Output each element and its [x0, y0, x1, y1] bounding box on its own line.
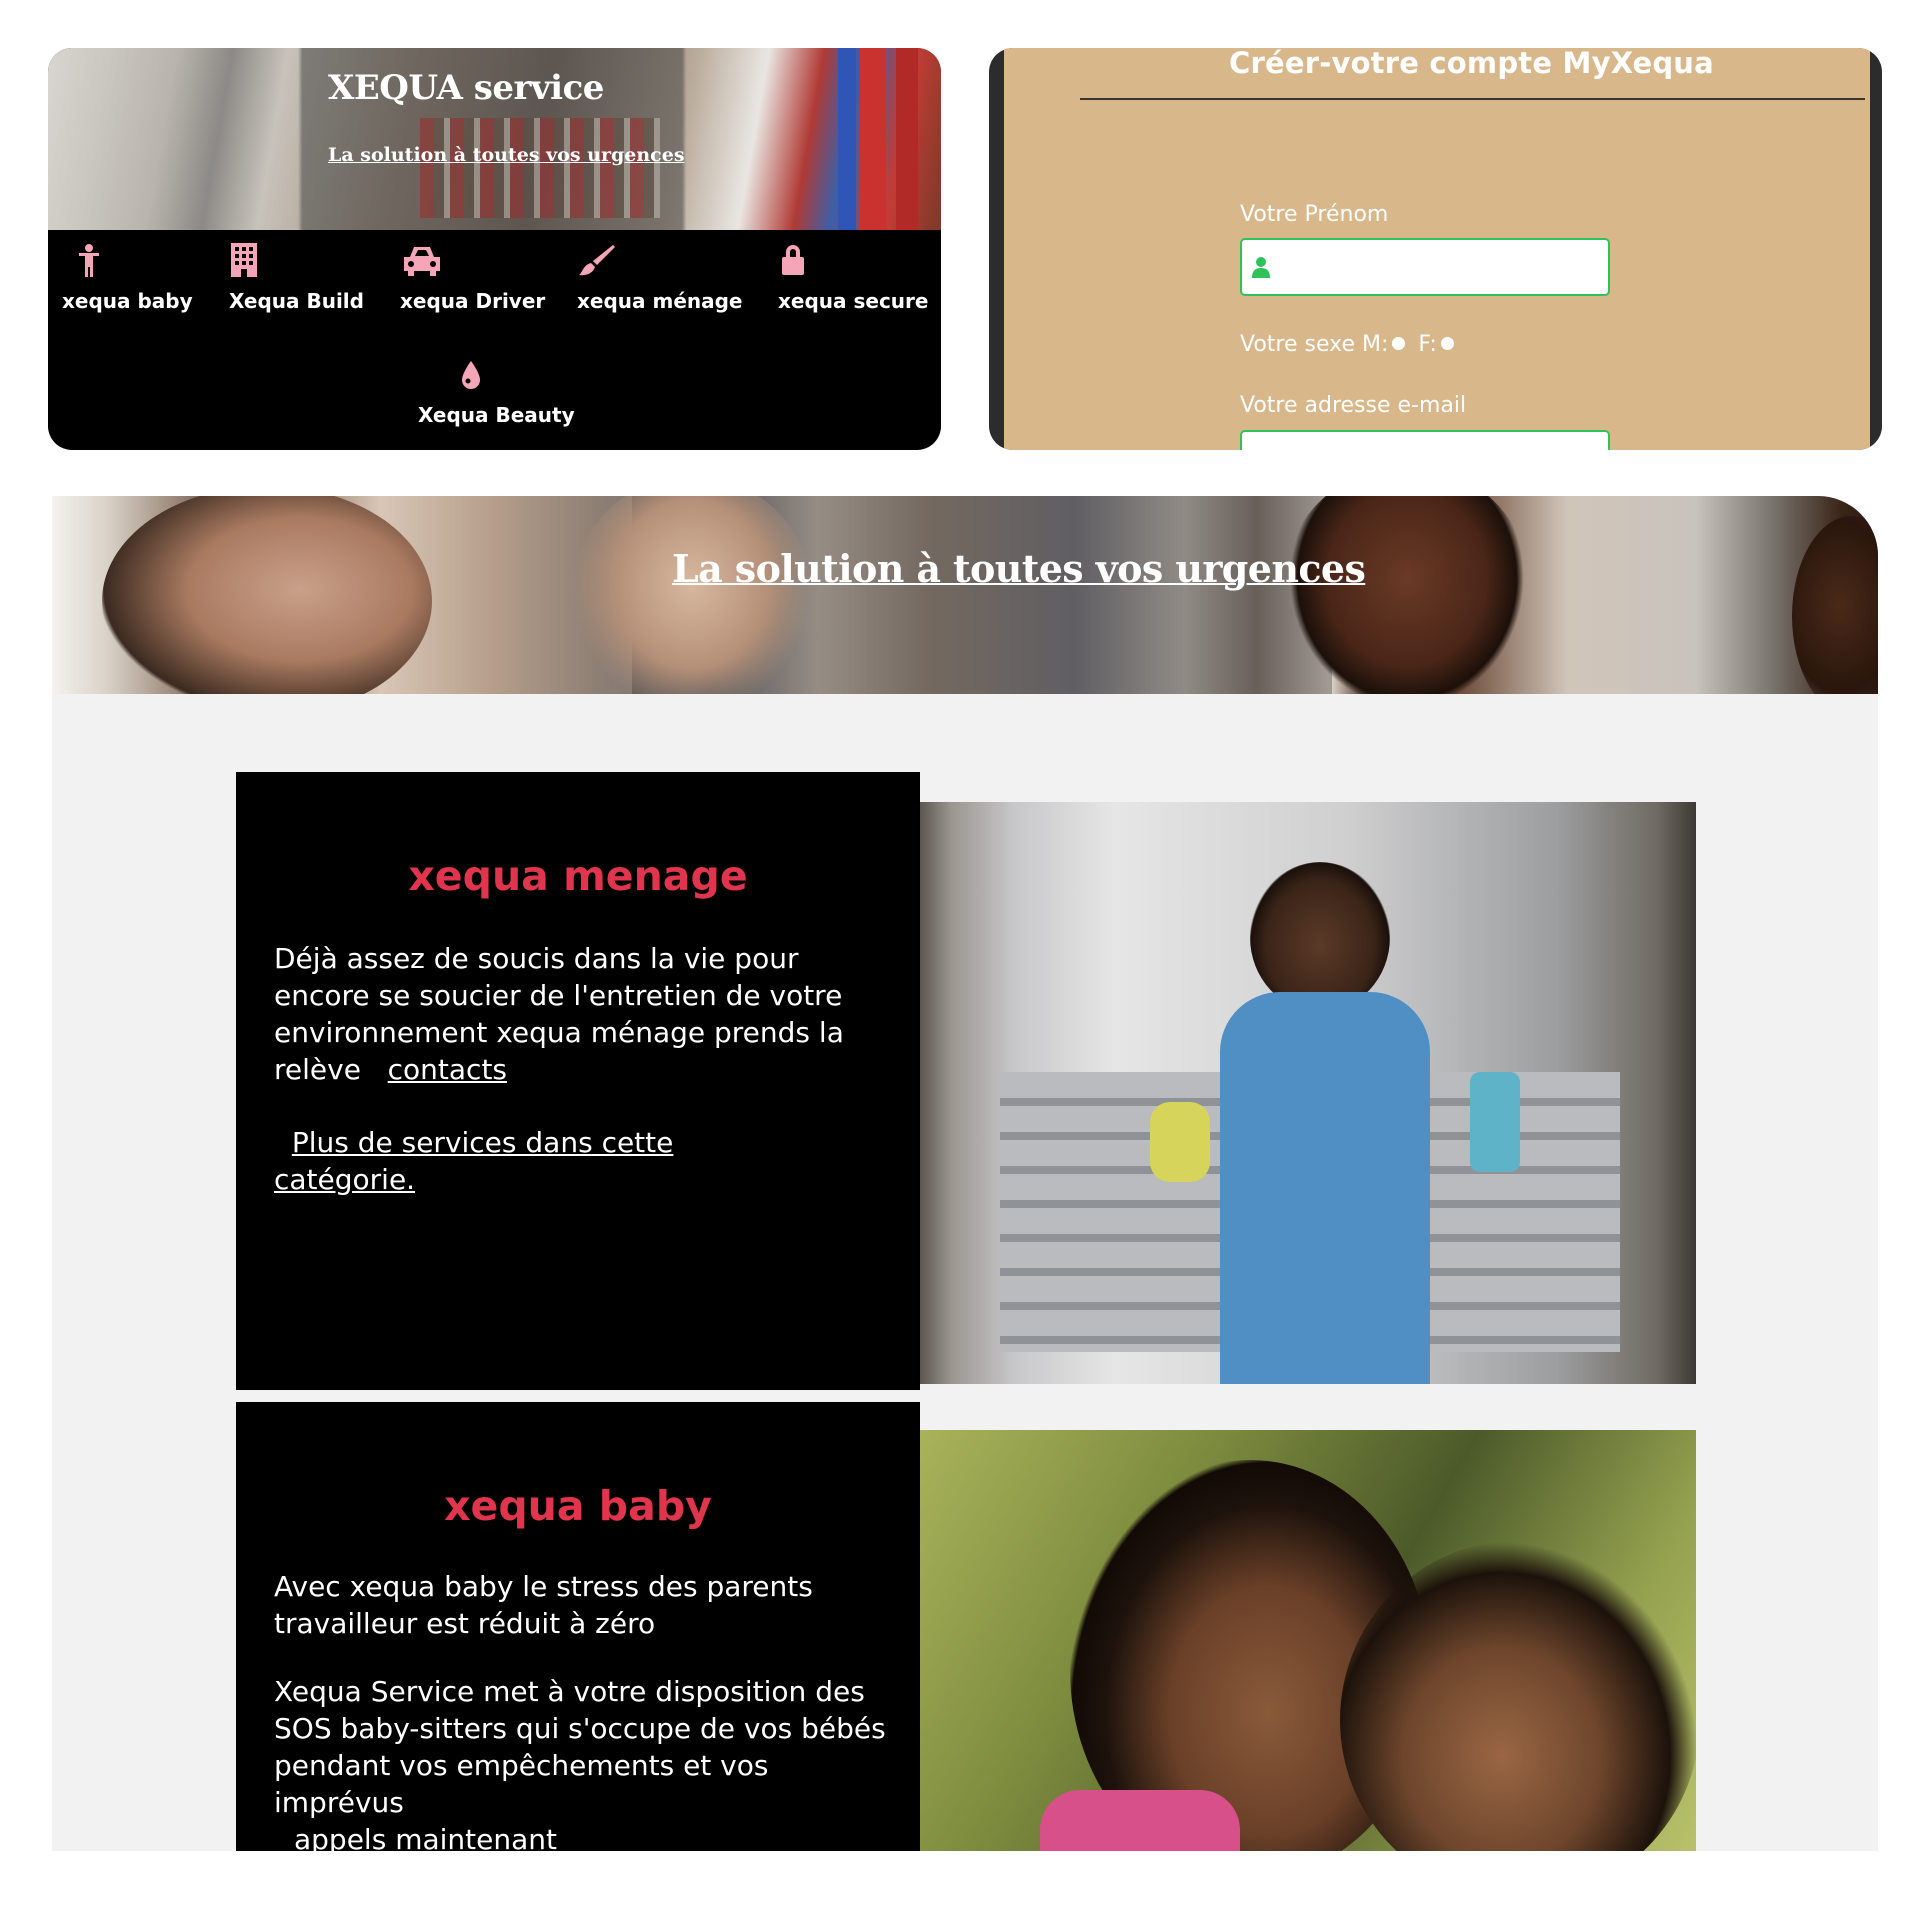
email-label: Votre adresse e-mail — [1240, 393, 1467, 418]
call-now-link[interactable]: appels maintenant — [294, 1821, 894, 1851]
service-label: xequa secure — [778, 289, 929, 313]
baby-text-1: Avec xequa baby le stress des parents tr… — [274, 1570, 813, 1640]
main-page: La solution à toutes vos urgences xequa … — [52, 496, 1878, 1851]
service-label: xequa ménage — [577, 289, 743, 313]
sex-label: Votre sexe M: — [1240, 332, 1389, 357]
banner-title-link[interactable]: La solution à toutes vos urgences — [672, 546, 1366, 591]
sex-f-label: F: — [1418, 332, 1437, 357]
signup-card: Créer-votre compte MyXequa Votre Prénom … — [989, 48, 1882, 450]
brush-icon — [577, 243, 617, 277]
baby-title: xequa baby — [444, 1482, 712, 1530]
services-card: XEQUA service La solution à toutes vos u… — [48, 48, 941, 450]
user-icon — [1252, 256, 1270, 278]
signup-form: Créer-votre compte MyXequa Votre Prénom … — [1004, 48, 1870, 450]
hero-subtitle-link[interactable]: La solution à toutes vos urgences — [328, 144, 685, 166]
car-icon — [400, 243, 444, 277]
drop-icon — [460, 361, 482, 391]
building-icon — [229, 243, 259, 277]
service-item-menage[interactable]: xequa ménage — [577, 243, 743, 313]
sex-field: Votre sexe M: F: — [1240, 332, 1460, 357]
service-label: xequa baby — [62, 289, 193, 313]
child-icon — [74, 243, 104, 277]
service-label: Xequa Build — [229, 289, 364, 313]
contacts-link[interactable]: contacts — [388, 1053, 507, 1086]
menage-title: xequa menage — [408, 852, 748, 900]
service-item-build[interactable]: Xequa Build — [229, 243, 364, 313]
signup-title: Créer-votre compte MyXequa — [1229, 48, 1714, 80]
menage-text: Déjà assez de soucis dans la vie pour en… — [274, 940, 874, 1088]
menage-description: Déjà assez de soucis dans la vie pour en… — [274, 942, 844, 1086]
baby-panel: xequa baby Avec xequa baby le stress des… — [236, 1402, 920, 1851]
firstname-label: Votre Prénom — [1240, 202, 1389, 227]
baby-text-2: Xequa Service met à votre disposition de… — [274, 1675, 886, 1819]
divider — [1080, 98, 1865, 100]
baby-photo — [920, 1430, 1696, 1851]
menage-photo — [920, 802, 1696, 1384]
service-item-baby[interactable]: xequa baby — [62, 243, 193, 313]
firstname-field[interactable] — [1240, 238, 1610, 296]
hero-title: XEQUA service — [328, 68, 604, 108]
service-item-beauty[interactable]: Xequa Beauty — [418, 361, 575, 427]
service-label: Xequa Beauty — [418, 403, 575, 427]
email-field[interactable] — [1240, 430, 1610, 450]
banner-image: La solution à toutes vos urgences — [52, 496, 1878, 694]
sex-f-radio[interactable] — [1440, 337, 1454, 350]
more-services-link[interactable]: Plus de services dans cette catégorie. — [274, 1126, 673, 1196]
more-services: Plus de services dans cette catégorie. — [274, 1124, 794, 1198]
sex-m-radio[interactable] — [1392, 337, 1406, 350]
service-label: xequa Driver — [400, 289, 546, 313]
lock-icon — [778, 243, 808, 277]
menage-panel: xequa menage Déjà assez de soucis dans l… — [236, 772, 920, 1390]
hero-image: XEQUA service La solution à toutes vos u… — [48, 48, 941, 230]
service-item-driver[interactable]: xequa Driver — [400, 243, 545, 313]
service-item-secure[interactable]: xequa secure — [778, 243, 928, 313]
